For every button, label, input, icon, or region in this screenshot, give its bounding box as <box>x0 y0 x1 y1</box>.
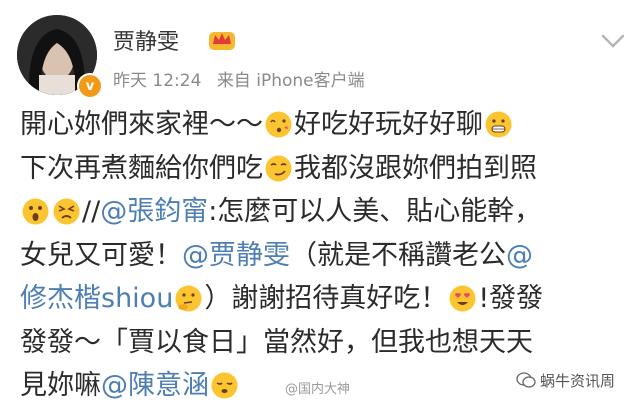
text-segment: 下次再煮麵給你們吃 <box>20 152 263 184</box>
mention-link[interactable]: @張鈞甯 <box>100 196 208 227</box>
verified-badge: v <box>77 73 103 99</box>
post-meta: 昨天 12:24 来自 iPhone客户端 <box>113 66 375 91</box>
mention-link[interactable]: 修杰楷shiou <box>20 283 173 314</box>
smirk-emoji-icon <box>265 155 292 182</box>
post-source: 来自 iPhone客户端 <box>216 71 365 91</box>
text-segment: :怎麼可以人美、貼心能幹， <box>208 196 542 227</box>
post-line: 開心妳們來家裡～～ 好吃好玩好好聊 <box>20 103 630 147</box>
thinking-emoji-icon <box>175 285 202 312</box>
text-segment: 見妳嘛 <box>20 370 101 401</box>
text-segment: 我都沒跟妳們拍到照 <box>294 152 537 184</box>
mention-link[interactable]: @贾静雯 <box>182 240 290 271</box>
text-segment: 開心妳們來家裡～～ <box>20 109 263 140</box>
watermark-weibo: @国内大神 <box>285 382 351 397</box>
shocked-emoji-icon <box>22 198 49 225</box>
post-line: //@張鈞甯:怎麼可以人美、貼心能幹， <box>20 190 630 234</box>
heart-eyes-emoji-icon <box>449 285 476 312</box>
post-body: 開心妳們來家裡～～ 好吃好玩好好聊 下次再煮麵給你們吃 我都沒跟妳們拍到照 //@張… <box>20 103 630 408</box>
post-line: 修杰楷shiou ）謝謝招待真好吃！ !發發 <box>20 277 630 321</box>
text-segment: 女兒又可愛！ <box>20 239 182 271</box>
text-segment: ）謝謝招待真好吃！ <box>204 283 448 314</box>
mention-link[interactable]: @ <box>506 240 533 271</box>
text-segment: 好吃好玩好好聊 <box>294 109 483 140</box>
sleepy-emoji-icon <box>211 372 238 399</box>
text-segment: （就是不稱讚老公 <box>290 239 506 271</box>
wechat-icon <box>516 372 536 388</box>
text-segment: 發發～「賈以食日」當然好，但我也想天天 <box>20 326 533 358</box>
post-line: 女兒又可愛！@贾静雯（就是不稱讚老公@ <box>20 234 630 278</box>
watermark-account: 蜗牛资讯周 <box>540 372 616 390</box>
crown-icon <box>209 32 235 50</box>
post-line: 下次再煮麵給你們吃 我都沒跟妳們拍到照 <box>20 147 630 191</box>
user-name[interactable]: 贾静雯 <box>113 24 179 56</box>
grimace-emoji-icon <box>485 111 512 138</box>
text-segment: !發發 <box>478 283 544 314</box>
mention-link[interactable]: @陳意涵 <box>101 370 209 401</box>
persevere-emoji-icon <box>53 198 80 225</box>
chevron-down-icon[interactable] <box>600 32 626 50</box>
text-segment: // <box>82 196 101 227</box>
kiss-emoji-icon <box>265 111 292 138</box>
post-time: 昨天 12:24 <box>113 71 202 91</box>
post-line: 發發～「賈以食日」當然好，但我也想天天 <box>20 321 630 365</box>
